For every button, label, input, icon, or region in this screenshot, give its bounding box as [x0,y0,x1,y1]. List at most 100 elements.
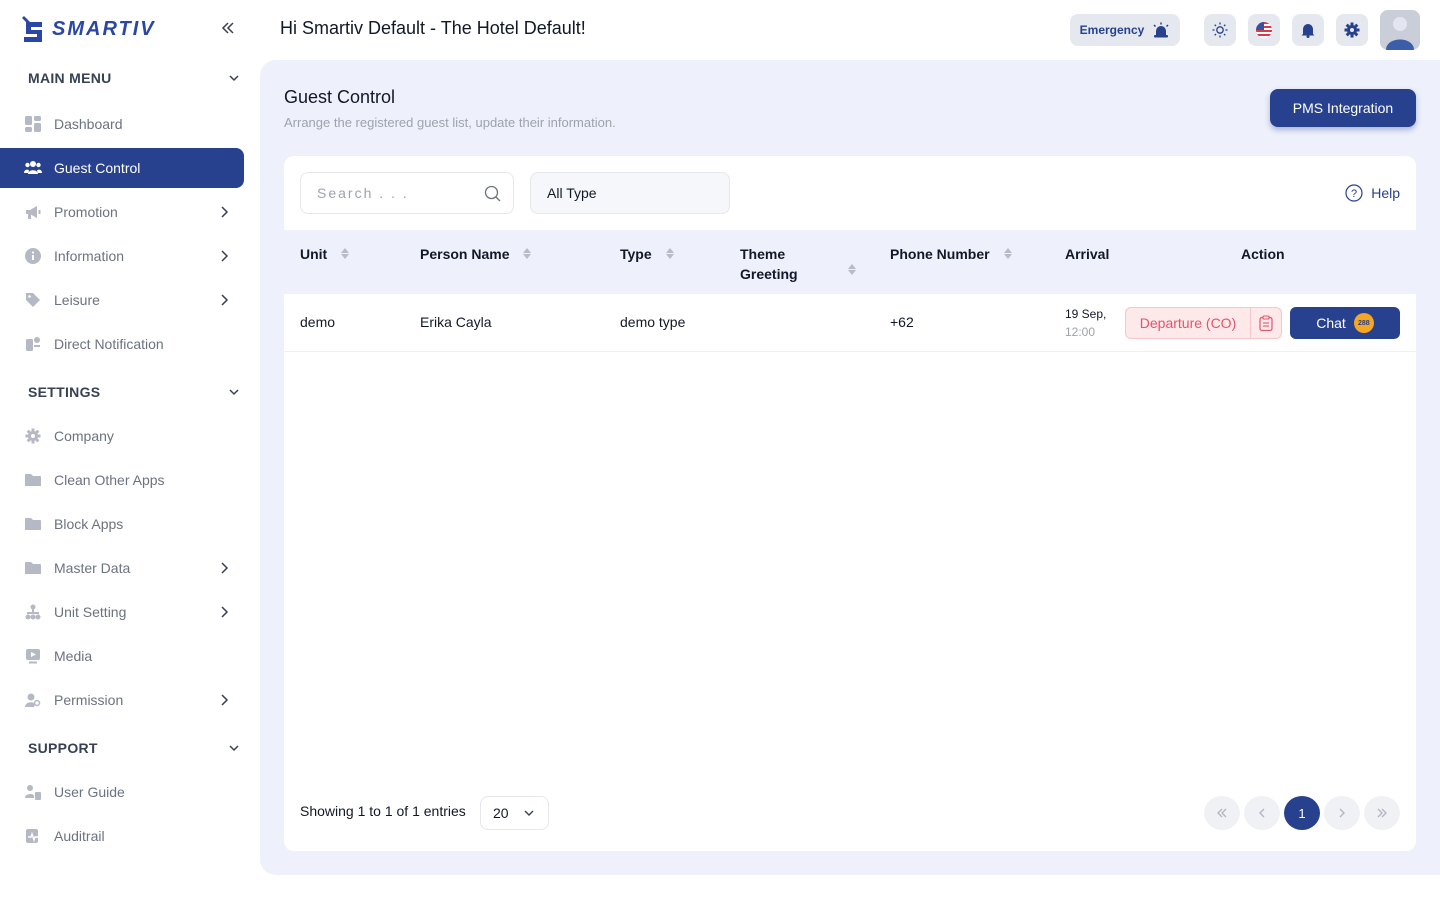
emergency-label: Emergency [1079,23,1145,37]
column-arrival: Arrival [1065,246,1110,262]
page-size-value: 20 [493,805,509,821]
emergency-button[interactable]: Emergency [1070,14,1180,46]
sidebar-item-user-guide[interactable]: User Guide [0,772,244,812]
sidebar-item-label: User Guide [54,784,125,800]
sidebar-item-label: Information [54,248,125,264]
chat-unread-badge: 288 [1353,313,1374,333]
chevron-right-icon [221,606,229,618]
double-chevron-right-icon [1377,808,1387,818]
sidebar-item-master-data[interactable]: Master Data [0,548,244,588]
search-icon[interactable] [484,185,501,202]
table-row: demo Erika Cayla demo type +62 19 Sep, 1… [284,294,1416,352]
sidebar-item-direct-notification[interactable]: Direct Notification [0,324,244,364]
sidebar-item-leisure[interactable]: Leisure [0,280,244,320]
prev-page-button[interactable] [1244,796,1280,830]
sidebar-item-media[interactable]: Media [0,636,244,676]
departure-button[interactable]: Departure (CO) [1125,307,1282,339]
cell-arrival-date: 19 Sep, [1065,307,1107,321]
main-menu-header[interactable]: MAIN MENU [28,66,240,90]
notifications-button[interactable] [1292,14,1324,46]
media-icon [24,647,42,665]
sidebar-item-company[interactable]: Company [0,416,244,456]
page-title: Guest Control [284,87,396,107]
cell-person-name: Erika Cayla [420,314,492,330]
sidebar-item-label: Auditrail [54,828,105,844]
chevron-down-icon [229,389,239,396]
last-page-button[interactable] [1364,796,1400,830]
sidebar-item-label: Guest Control [54,160,141,176]
megaphone-icon [24,203,42,221]
settings-header[interactable]: SETTINGS [28,380,240,404]
user-avatar[interactable] [1380,10,1420,50]
sidebar-item-unit-setting[interactable]: Unit Setting [0,592,244,632]
double-chevron-left-icon [221,22,234,34]
departure-label: Departure (CO) [1126,308,1251,338]
double-chevron-left-icon [1217,808,1227,818]
search-input[interactable] [317,185,477,201]
chevron-down-icon [229,75,239,82]
sidebar-item-label: Block Apps [54,516,124,532]
sidebar-item-auditrail[interactable]: Auditrail [0,816,244,856]
table-header: Unit Person Name Type Theme Greeting Phon… [284,230,1416,294]
sort-icon [523,248,532,259]
sidebar-item-promotion[interactable]: Promotion [0,192,244,232]
sidebar-item-clean-other-apps[interactable]: Clean Other Apps [0,460,244,500]
pms-integration-button[interactable]: PMS Integration [1270,89,1416,127]
clipboard-icon[interactable] [1251,315,1281,331]
siren-icon [1153,22,1169,38]
svg-text:?: ? [1351,188,1357,200]
sidebar-item-dashboard[interactable]: Dashboard [0,104,244,144]
page-size-select[interactable]: 20 [480,796,549,830]
header-greeting: Hi Smartiv Default - The Hotel Default! [280,18,586,38]
help-link[interactable]: ? Help [1345,184,1400,202]
brand-logo[interactable]: SMARTIV [20,14,156,44]
chevron-right-icon [1339,808,1345,818]
settings-button[interactable] [1336,14,1368,46]
chevron-right-icon [221,694,229,706]
page-button-current[interactable]: 1 [1284,796,1320,830]
column-theme-greeting[interactable]: Theme Greeting [740,244,856,284]
support-label: SUPPORT [28,740,98,756]
sidebar-item-information[interactable]: Information [0,236,244,276]
column-unit[interactable]: Unit [300,244,350,264]
user-key-icon [24,691,42,709]
column-type[interactable]: Type [620,244,674,264]
folder-icon [24,471,42,489]
brand-name: SMARTIV [52,17,156,40]
sidebar-item-guest-control[interactable]: Guest Control [0,148,244,188]
cell-phone: +62 [890,314,914,330]
help-label: Help [1371,185,1400,201]
entries-info: Showing 1 to 1 of 1 entries [300,803,466,819]
next-page-button[interactable] [1324,796,1360,830]
search-box [300,172,514,214]
sidebar-item-label: Company [54,428,114,444]
chat-button[interactable]: Chat 288 [1290,307,1400,339]
column-person-name[interactable]: Person Name [420,244,532,264]
sidebar-item-label: Promotion [54,204,118,220]
theme-toggle-button[interactable] [1204,14,1236,46]
language-button[interactable] [1248,14,1280,46]
sidebar-item-label: Media [54,648,93,664]
cell-type: demo type [620,314,686,330]
info-icon [24,247,42,265]
folder-icon [24,559,42,577]
gear-icon [24,427,42,445]
sort-icon [1003,248,1012,259]
users-icon [24,159,42,177]
folder-icon [24,515,42,533]
notification-icon [24,335,42,353]
column-phone-number[interactable]: Phone Number [890,244,1012,264]
support-header[interactable]: SUPPORT [28,736,240,760]
sidebar-item-label: Unit Setting [54,604,127,620]
column-action: Action [1241,246,1285,262]
chevron-left-icon [1259,808,1265,818]
cell-unit: demo [300,314,336,330]
sidebar-item-permission[interactable]: Permission [0,680,244,720]
first-page-button[interactable] [1204,796,1240,830]
audit-icon [24,827,42,845]
tag-icon [24,291,42,309]
type-filter-select[interactable]: All Type [530,172,730,214]
main-menu-label: MAIN MENU [28,70,112,86]
sidebar-item-block-apps[interactable]: Block Apps [0,504,244,544]
collapse-sidebar-button[interactable] [216,16,240,40]
